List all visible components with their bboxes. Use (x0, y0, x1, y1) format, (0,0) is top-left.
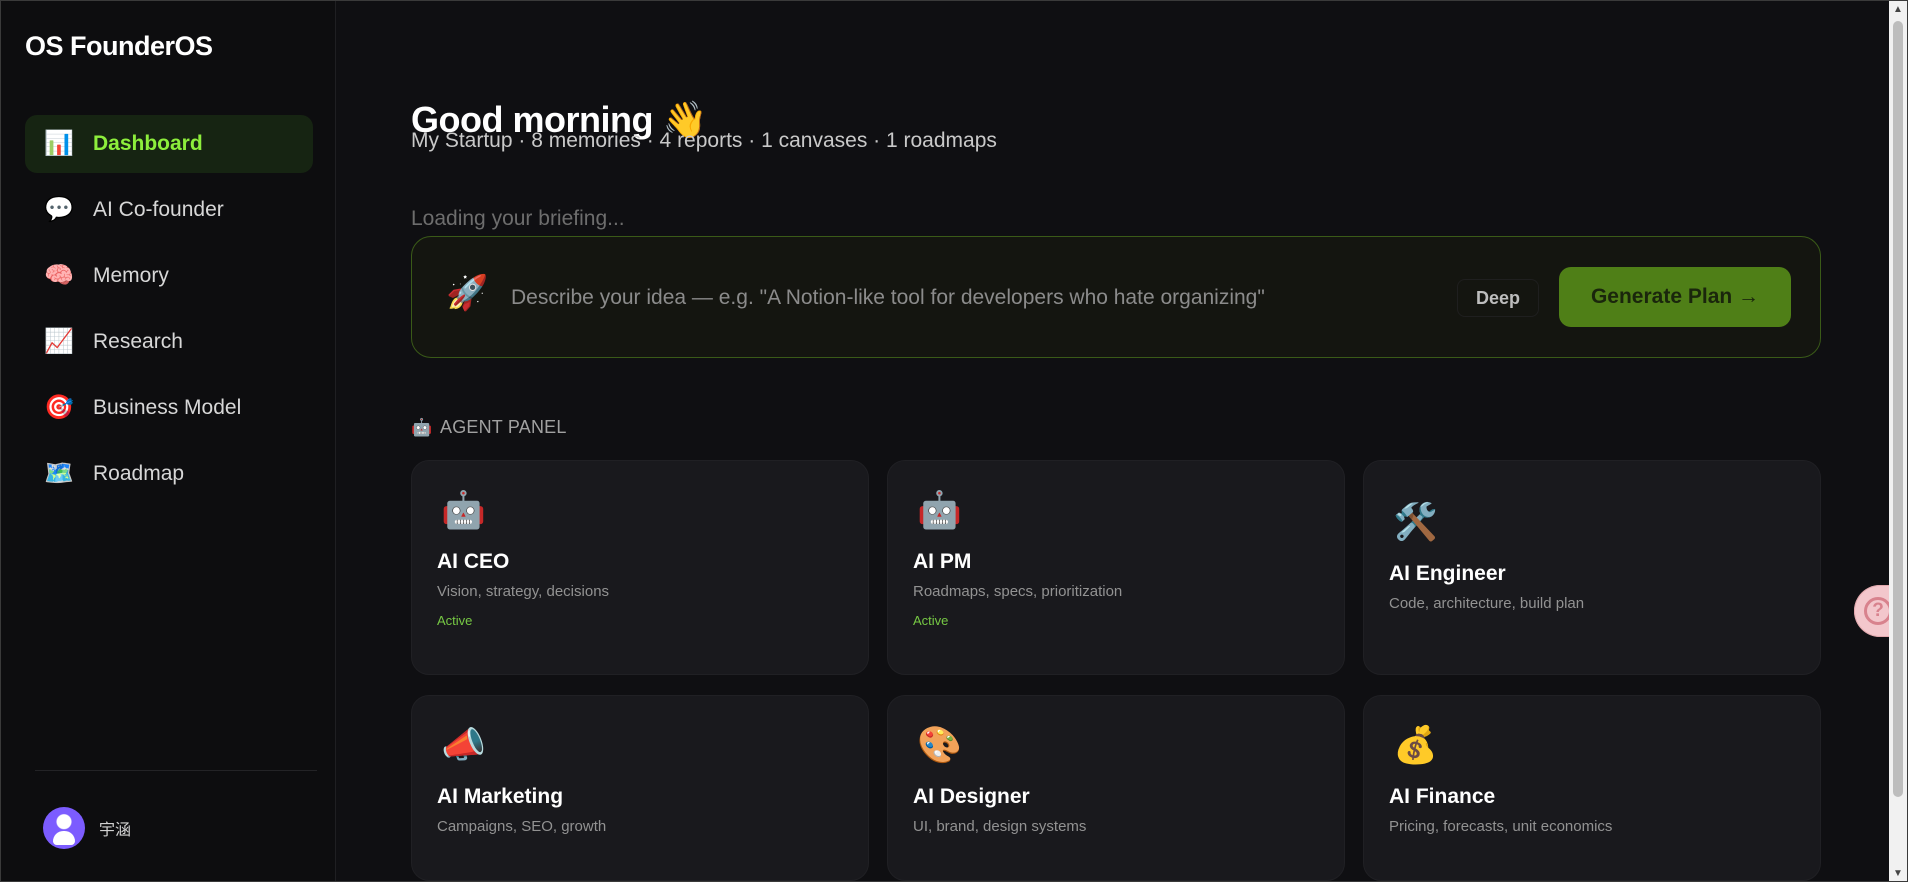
agent-card-ai-marketing[interactable]: 📣 AI Marketing Campaigns, SEO, growth (411, 695, 869, 881)
sidebar-item-label: Business Model (93, 396, 242, 419)
brain-icon: 🧠 (44, 262, 74, 289)
agent-title: AI PM (913, 550, 972, 573)
agent-grid: 🤖 AI CEO Vision, strategy, decisions Act… (411, 460, 1821, 881)
sidebar-item-label: Dashboard (93, 132, 203, 155)
agent-panel-title: AGENT PANEL (440, 417, 567, 437)
megaphone-icon: 📣 (441, 724, 486, 765)
robot-icon: 🤖 (441, 489, 486, 530)
bar-chart-icon: 📊 (44, 130, 74, 157)
agent-description: Pricing, forecasts, unit economics (1389, 818, 1613, 835)
agent-title: AI Designer (913, 785, 1030, 808)
sidebar-item-ai-co-founder[interactable]: 💬 AI Co-founder (25, 181, 313, 239)
generate-plan-button[interactable]: Generate Plan → (1559, 267, 1791, 327)
scroll-down-icon[interactable]: ▼ (1893, 869, 1903, 879)
agent-description: Campaigns, SEO, growth (437, 818, 607, 835)
agent-card-ai-finance[interactable]: 💰 AI Finance Pricing, forecasts, unit ec… (1363, 695, 1821, 881)
sidebar-item-label: Roadmap (93, 462, 185, 485)
agent-description: Roadmaps, specs, prioritization (913, 583, 1123, 600)
user-profile[interactable]: 宇涵 (43, 807, 131, 849)
agent-card-ai-engineer[interactable]: 🛠️ AI Engineer Code, architecture, build… (1363, 460, 1821, 675)
agent-title: AI Engineer (1389, 562, 1506, 585)
target-icon: 🎯 (44, 394, 74, 421)
agent-title: AI Marketing (437, 785, 564, 808)
sidebar-item-label: Memory (93, 264, 169, 287)
sidebar-item-business-model[interactable]: 🎯 Business Model (25, 379, 313, 437)
idea-prompt-box: 🚀 Deep Generate Plan → (411, 236, 1821, 358)
sidebar-item-dashboard[interactable]: 📊 Dashboard (25, 115, 313, 173)
agent-description: Code, architecture, build plan (1389, 595, 1585, 612)
sidebar-item-research[interactable]: 📈 Research (25, 313, 313, 371)
agent-title: AI Finance (1389, 785, 1496, 808)
robot-icon: 🤖 (917, 489, 962, 530)
sidebar-item-roadmap[interactable]: 🗺️ Roadmap (25, 445, 313, 503)
map-icon: 🗺️ (44, 460, 74, 487)
vertical-scrollbar[interactable]: ▲ ▼ (1889, 1, 1907, 881)
help-icon: ? (1864, 597, 1892, 625)
speech-bubble-icon: 💬 (44, 196, 74, 223)
robot-icon: 🤖 (411, 417, 433, 437)
agent-card-ai-pm[interactable]: 🤖 AI PM Roadmaps, specs, prioritization … (887, 460, 1345, 675)
sidebar-nav: 📊 Dashboard 💬 AI Co-founder 🧠 Memory 📈 R… (25, 115, 313, 511)
agent-card-ai-designer[interactable]: 🎨 AI Designer UI, brand, design systems (887, 695, 1345, 881)
agent-title: AI CEO (437, 550, 510, 573)
workspace-summary: My Startup · 8 memories · 4 reports · 1 … (411, 129, 997, 152)
sidebar: OS FounderOS 📊 Dashboard 💬 AI Co-founder… (1, 1, 336, 881)
rocket-icon: 🚀 (446, 274, 489, 312)
deep-button[interactable]: Deep (1457, 279, 1539, 317)
brand-title[interactable]: OS FounderOS (25, 31, 213, 62)
sidebar-item-label: Research (93, 330, 183, 353)
avatar[interactable] (43, 807, 85, 849)
palette-icon: 🎨 (917, 724, 962, 765)
agent-description: Vision, strategy, decisions (437, 583, 610, 600)
sidebar-divider (35, 770, 317, 771)
sidebar-item-memory[interactable]: 🧠 Memory (25, 247, 313, 305)
app-window: OS FounderOS 📊 Dashboard 💬 AI Co-founder… (0, 0, 1908, 882)
agent-status: Active (437, 613, 473, 628)
tools-icon: 🛠️ (1393, 501, 1438, 542)
agent-description: UI, brand, design systems (913, 818, 1087, 835)
scroll-thumb[interactable] (1893, 21, 1903, 797)
agent-card-ai-ceo[interactable]: 🤖 AI CEO Vision, strategy, decisions Act… (411, 460, 869, 675)
money-bag-icon: 💰 (1393, 724, 1438, 765)
trend-chart-icon: 📈 (44, 328, 74, 355)
sidebar-item-label: AI Co-founder (93, 198, 224, 221)
scroll-up-icon[interactable]: ▲ (1893, 5, 1903, 15)
idea-input[interactable] (509, 279, 1313, 317)
username: 宇涵 (99, 822, 132, 839)
agent-status: Active (913, 613, 949, 628)
briefing-status: Loading your briefing... (411, 207, 625, 230)
dashboard-main: Good morning 👋 My Startup · 8 memories ·… (411, 1, 1821, 881)
agent-panel-heading: 🤖 AGENT PANEL (411, 417, 567, 438)
